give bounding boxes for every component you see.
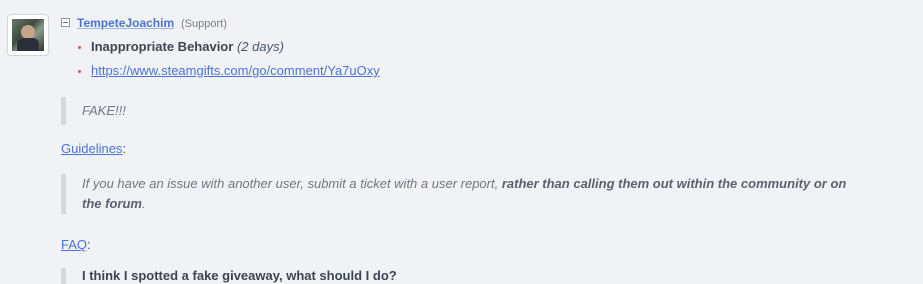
guidelines-colon: : bbox=[122, 141, 127, 156]
username-link[interactable]: TempeteJoachim bbox=[77, 16, 174, 30]
faq-question: I think I spotted a fake giveaway, what … bbox=[82, 268, 397, 283]
faq-colon: : bbox=[87, 237, 91, 252]
faq-quote: I think I spotted a fake giveaway, what … bbox=[61, 268, 397, 284]
list-item: https://www.steamgifts.com/go/comment/Ya… bbox=[76, 62, 380, 86]
guidelines-link[interactable]: Guidelines bbox=[61, 141, 122, 156]
avatar[interactable] bbox=[7, 14, 49, 56]
guidelines-quote: If you have an issue with another user, … bbox=[61, 174, 847, 214]
user-comment-quote: FAKE!!! bbox=[61, 97, 126, 125]
list-item: Inappropriate Behavior (2 days) bbox=[76, 38, 380, 62]
comment-link[interactable]: https://www.steamgifts.com/go/comment/Ya… bbox=[91, 63, 380, 78]
minus-square-icon[interactable] bbox=[61, 18, 70, 27]
suspension-duration: (2 days) bbox=[236, 39, 284, 54]
guidelines-label: Guidelines: bbox=[61, 141, 126, 156]
quote-text: FAKE!!! bbox=[82, 103, 126, 118]
faq-label: FAQ: bbox=[61, 237, 91, 252]
user-role: (Support) bbox=[181, 18, 227, 30]
suspension-reason: Inappropriate Behavior bbox=[91, 39, 234, 54]
faq-link[interactable]: FAQ bbox=[61, 237, 87, 252]
avatar-image bbox=[12, 19, 44, 51]
guidelines-text: If you have an issue with another user, … bbox=[82, 176, 502, 191]
report-list: Inappropriate Behavior (2 days) https://… bbox=[76, 38, 380, 86]
guidelines-end: . bbox=[141, 196, 146, 211]
